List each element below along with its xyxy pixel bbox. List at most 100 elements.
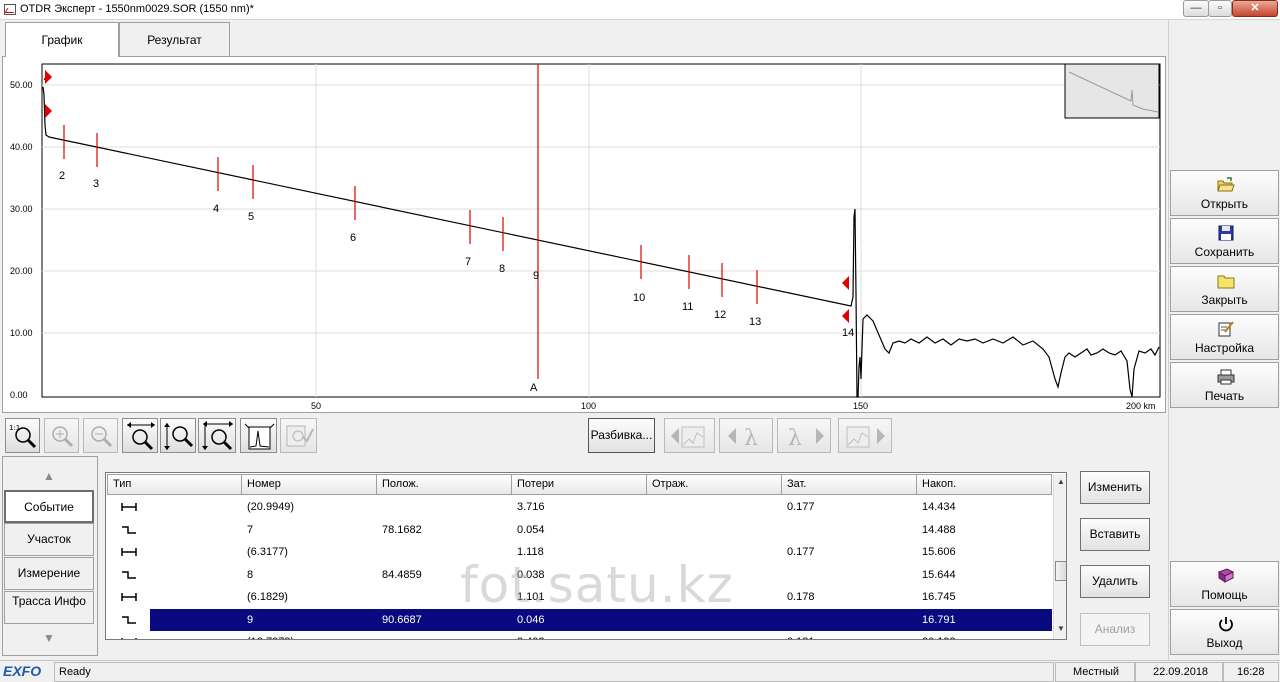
delete-button[interactable]: Удалить [1080,565,1150,598]
y-tick-label: 0.00 [10,390,28,400]
col-number[interactable]: Номер [242,474,377,495]
table-row[interactable]: (20.9949) 3.716 0.177 14.434 [107,496,1052,519]
trace-plot: 50.00 40.00 30.00 20.00 10.00 0.00 50 10… [10,63,1161,411]
exit-button[interactable]: Выход [1170,609,1279,655]
window-title: OTDR Эксперт - 1550nm0029.SOR (1550 nm)* [20,3,254,15]
y-tick-label: 10.00 [10,328,33,338]
x-tick-label: 200 km [1126,401,1156,411]
scroll-up-icon[interactable]: ▲ [1056,477,1066,489]
cell-pos: 90.6687 [382,613,422,626]
event-label: 14 [842,327,854,339]
zoom-out-button[interactable] [83,418,118,453]
insert-button[interactable]: Вставить [1080,518,1150,551]
cell-loss: 0.054 [517,523,545,536]
x-tick-label: 100 [581,401,596,411]
event-label: 11 [682,301,693,313]
app-icon [4,4,16,15]
close-label: Закрыть [1201,293,1248,307]
title-bar: OTDR Эксперт - 1550nm0029.SOR (1550 nm)* [0,0,1280,20]
cell-cum: 14.488 [922,523,956,536]
open-folder-icon [1217,177,1235,192]
col-attenuation[interactable]: Зат. [782,474,917,495]
trace-properties-icon [286,425,314,447]
splice-event-icon [107,519,150,541]
zoom-horizontal-button[interactable] [122,418,158,453]
zoom-both-button[interactable] [198,418,236,453]
trace-properties-button[interactable] [280,418,317,453]
zoom-event-button[interactable] [240,418,277,453]
cell-att: 0.177 [787,501,815,513]
edit-button[interactable]: Изменить [1080,471,1150,504]
col-type[interactable]: Тип [107,474,242,495]
event-label: 4 [213,203,219,215]
col-loss[interactable]: Потери [512,474,647,495]
y-tick-label: 20.00 [10,266,33,276]
zoom-vertical-button[interactable] [160,418,196,453]
close-window-button[interactable]: ✕ [1232,0,1278,17]
cell-att: 0.177 [787,546,815,558]
status-date: 22.09.2018 [1135,662,1223,682]
col-position[interactable]: Полож. [377,474,512,495]
next-trace-button[interactable] [838,418,892,453]
zoom-vertical-icon [164,423,194,450]
event-label: 12 [714,309,726,321]
nav-section[interactable]: Участок [4,523,94,556]
maximize-button[interactable]: ▫ [1208,0,1232,17]
table-scrollbar[interactable]: ▲ ▼ [1053,474,1066,639]
nav-event[interactable]: Событие [4,490,94,523]
y-tick-label: 40.00 [10,142,33,152]
print-button[interactable]: Печать [1170,362,1279,408]
zoom-in-icon [52,426,74,448]
zoom-in-button[interactable] [44,418,79,453]
split-button[interactable]: Разбивка... [588,418,655,453]
prev-trace-button[interactable] [664,418,715,453]
open-button[interactable]: Открыть [1170,170,1279,216]
save-button[interactable]: Сохранить [1170,218,1279,264]
cell-number: (18.7978) [247,636,294,639]
minimize-button[interactable]: — [1183,0,1209,17]
analyze-button[interactable]: Анализ [1080,613,1150,646]
col-cumulative[interactable]: Накоп. [917,474,1052,495]
span-type-icon [107,541,150,563]
nav-measurement[interactable]: Измерение [4,557,94,590]
status-text: Ready [54,662,1054,682]
zoom-out-icon [91,426,113,448]
zoom-fit-button[interactable]: 1:1 [5,418,40,453]
otdr-window: OTDR Эксперт - 1550nm0029.SOR (1550 nm)*… [0,0,1280,682]
tab-graph[interactable]: График [5,22,119,57]
event-label: 5 [248,211,254,223]
x-tick-label: 150 [853,401,868,411]
zoom-both-icon [202,421,233,451]
table-row[interactable]: 7 78.1682 0.054 14.488 [107,519,1052,542]
power-icon [1219,617,1233,632]
span-type-icon [107,496,150,518]
cell-cum: 16.791 [922,613,956,626]
nav-trace-info[interactable]: Трасса Инфо [4,591,94,624]
cell-cum: 14.434 [922,501,956,513]
splice-event-icon [107,564,150,586]
next-wavelength-button[interactable]: λ [777,418,831,453]
help-button[interactable]: Помощь [1170,561,1279,607]
settings-button[interactable]: Настройка [1170,314,1279,360]
otdr-trace-graph[interactable]: 50.00 40.00 30.00 20.00 10.00 0.00 50 10… [2,56,1166,413]
close-file-button[interactable]: Закрыть [1170,266,1279,312]
col-reflectance[interactable]: Отраж. [647,474,782,495]
cell-pos: 84.4859 [382,568,422,581]
cell-number: 9 [247,613,254,626]
prev-wavelength-button[interactable]: λ [719,418,773,453]
tab-result[interactable]: Результат [119,22,230,56]
cell-number: 8 [247,568,254,581]
cell-cum: 20.193 [922,636,956,639]
exfo-logo: EXFO [3,663,42,679]
nav-down-arrow-icon[interactable]: ▼ [4,624,94,652]
scroll-down-icon[interactable]: ▼ [1056,624,1066,636]
y-tick-label: 50.00 [10,80,33,90]
event-label: 8 [499,263,505,275]
zoom-fit-icon: 1:1 [9,424,37,449]
cell-loss: 3.402 [517,636,545,639]
scroll-thumb[interactable] [1055,561,1066,581]
settings-icon [1218,321,1234,337]
nav-up-arrow-icon[interactable]: ▲ [4,462,94,490]
cell-number: (6.3177) [247,546,288,558]
table-row[interactable]: (18.7978) 3.402 0.181 20.193 [107,631,1052,639]
